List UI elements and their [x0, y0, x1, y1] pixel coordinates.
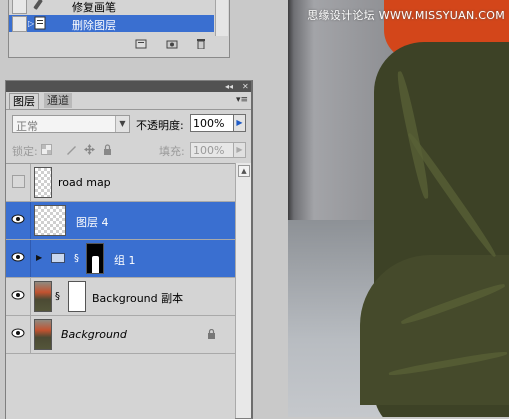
opacity-label: 不透明度: — [136, 119, 184, 132]
history-item-label: 删除图层 — [72, 19, 116, 32]
chevron-down-icon[interactable]: ▼ — [115, 116, 129, 132]
lock-transparent-pixels-icon[interactable] — [41, 144, 52, 155]
tab-channels[interactable]: 通道 — [44, 93, 72, 108]
layers-panel: ◂◂ ✕ 图层 通道 ▾≡ 正常 ▼ 不透明度: 100% ▶ 锁定: 填充: … — [5, 80, 253, 419]
lock-position-icon[interactable] — [84, 144, 95, 155]
layer-row-layer-4[interactable]: 图层 4 — [6, 202, 235, 240]
visibility-empty-box — [12, 175, 25, 188]
layer-name[interactable]: 图层 4 — [76, 214, 109, 230]
visibility-toggle[interactable] — [6, 164, 31, 201]
visibility-toggle[interactable] — [6, 316, 31, 353]
blend-mode-select[interactable]: 正常 ▼ — [12, 115, 130, 133]
watermark: 思缘设计论坛 WWW.MISSYUAN.COM — [307, 9, 505, 22]
trash-icon[interactable] — [195, 39, 207, 50]
lock-label: 锁定: — [12, 145, 38, 158]
fill-slider-arrow-icon[interactable]: ▶ — [233, 142, 246, 158]
history-source-checkbox[interactable] — [12, 16, 27, 32]
eye-icon — [11, 290, 25, 300]
layer-name[interactable]: Background 副本 — [92, 290, 183, 306]
opacity-slider-arrow-icon[interactable]: ▶ — [233, 114, 246, 132]
layer-thumbnail — [34, 319, 52, 350]
close-icon[interactable]: ✕ — [242, 82, 249, 91]
healing-brush-icon — [33, 0, 47, 12]
document-canvas[interactable] — [288, 0, 509, 417]
panel-titlebar[interactable]: ◂◂ ✕ — [6, 81, 251, 92]
lock-icon — [208, 329, 215, 339]
history-scrollbar[interactable] — [215, 0, 228, 36]
link-chain-icon[interactable]: § — [74, 253, 79, 264]
layer-mask-thumbnail[interactable] — [68, 281, 86, 312]
lock-image-pixels-icon[interactable] — [66, 144, 77, 155]
history-toolbar — [9, 36, 214, 56]
collapse-icon[interactable]: ◂◂ — [225, 82, 233, 91]
layer-name[interactable]: 组 1 — [114, 252, 136, 268]
history-item-label: 修复画笔 — [72, 1, 116, 14]
eye-icon — [11, 328, 25, 338]
tab-layers[interactable]: 图层 — [9, 93, 39, 109]
fill-label: 填充: — [159, 145, 185, 158]
panel-menu-icon[interactable]: ▾≡ — [236, 95, 248, 105]
fill-input[interactable]: 100% — [190, 142, 234, 158]
link-chain-icon[interactable]: § — [55, 291, 60, 302]
layer-name[interactable]: Background — [61, 328, 127, 341]
layers-list: road map 图层 4 ▶ § 组 1 § Background 副本 Ba… — [6, 163, 235, 419]
layer-thumbnail — [34, 281, 52, 312]
visibility-toggle[interactable] — [6, 202, 31, 239]
scroll-up-icon[interactable]: ▲ — [238, 165, 250, 177]
blend-mode-value: 正常 — [16, 120, 38, 133]
visibility-toggle[interactable] — [6, 240, 31, 277]
photo-skirt-ruffle — [360, 255, 509, 405]
new-document-from-state-icon[interactable] — [135, 39, 147, 49]
history-item-delete-layer[interactable]: ▷ 删除图层 — [9, 15, 214, 32]
eye-icon — [11, 214, 25, 224]
visibility-toggle[interactable] — [6, 278, 31, 315]
eye-icon — [11, 252, 25, 262]
layer-name[interactable]: road map — [58, 176, 111, 189]
panel-tabs: 图层 通道 ▾≡ — [6, 93, 251, 110]
lock-all-icon[interactable] — [102, 144, 113, 155]
layer-row-background-copy[interactable]: § Background 副本 — [6, 278, 235, 316]
group-expand-triangle-icon[interactable]: ▶ — [36, 253, 42, 262]
layer-mask-thumbnail[interactable] — [86, 243, 104, 274]
layer-row-background[interactable]: Background — [6, 316, 235, 354]
history-item-healing-brush[interactable]: 修复画笔 — [9, 0, 214, 14]
lock-row: 锁定: 填充: 100% ▶ — [6, 141, 251, 159]
layer-thumbnail — [34, 167, 52, 198]
history-source-checkbox[interactable] — [12, 0, 27, 14]
layer-row-road-map[interactable]: road map — [6, 164, 235, 202]
folder-icon — [51, 253, 65, 263]
camera-icon[interactable] — [166, 39, 178, 49]
history-panel: 修复画笔 ▷ 删除图层 — [8, 0, 230, 58]
layer-thumbnail — [34, 205, 66, 236]
document-history-icon — [33, 16, 47, 30]
opacity-input[interactable]: 100% — [190, 114, 234, 132]
layers-scrollbar[interactable]: ▲ — [235, 163, 251, 418]
layer-row-group-1[interactable]: ▶ § 组 1 — [6, 240, 235, 278]
